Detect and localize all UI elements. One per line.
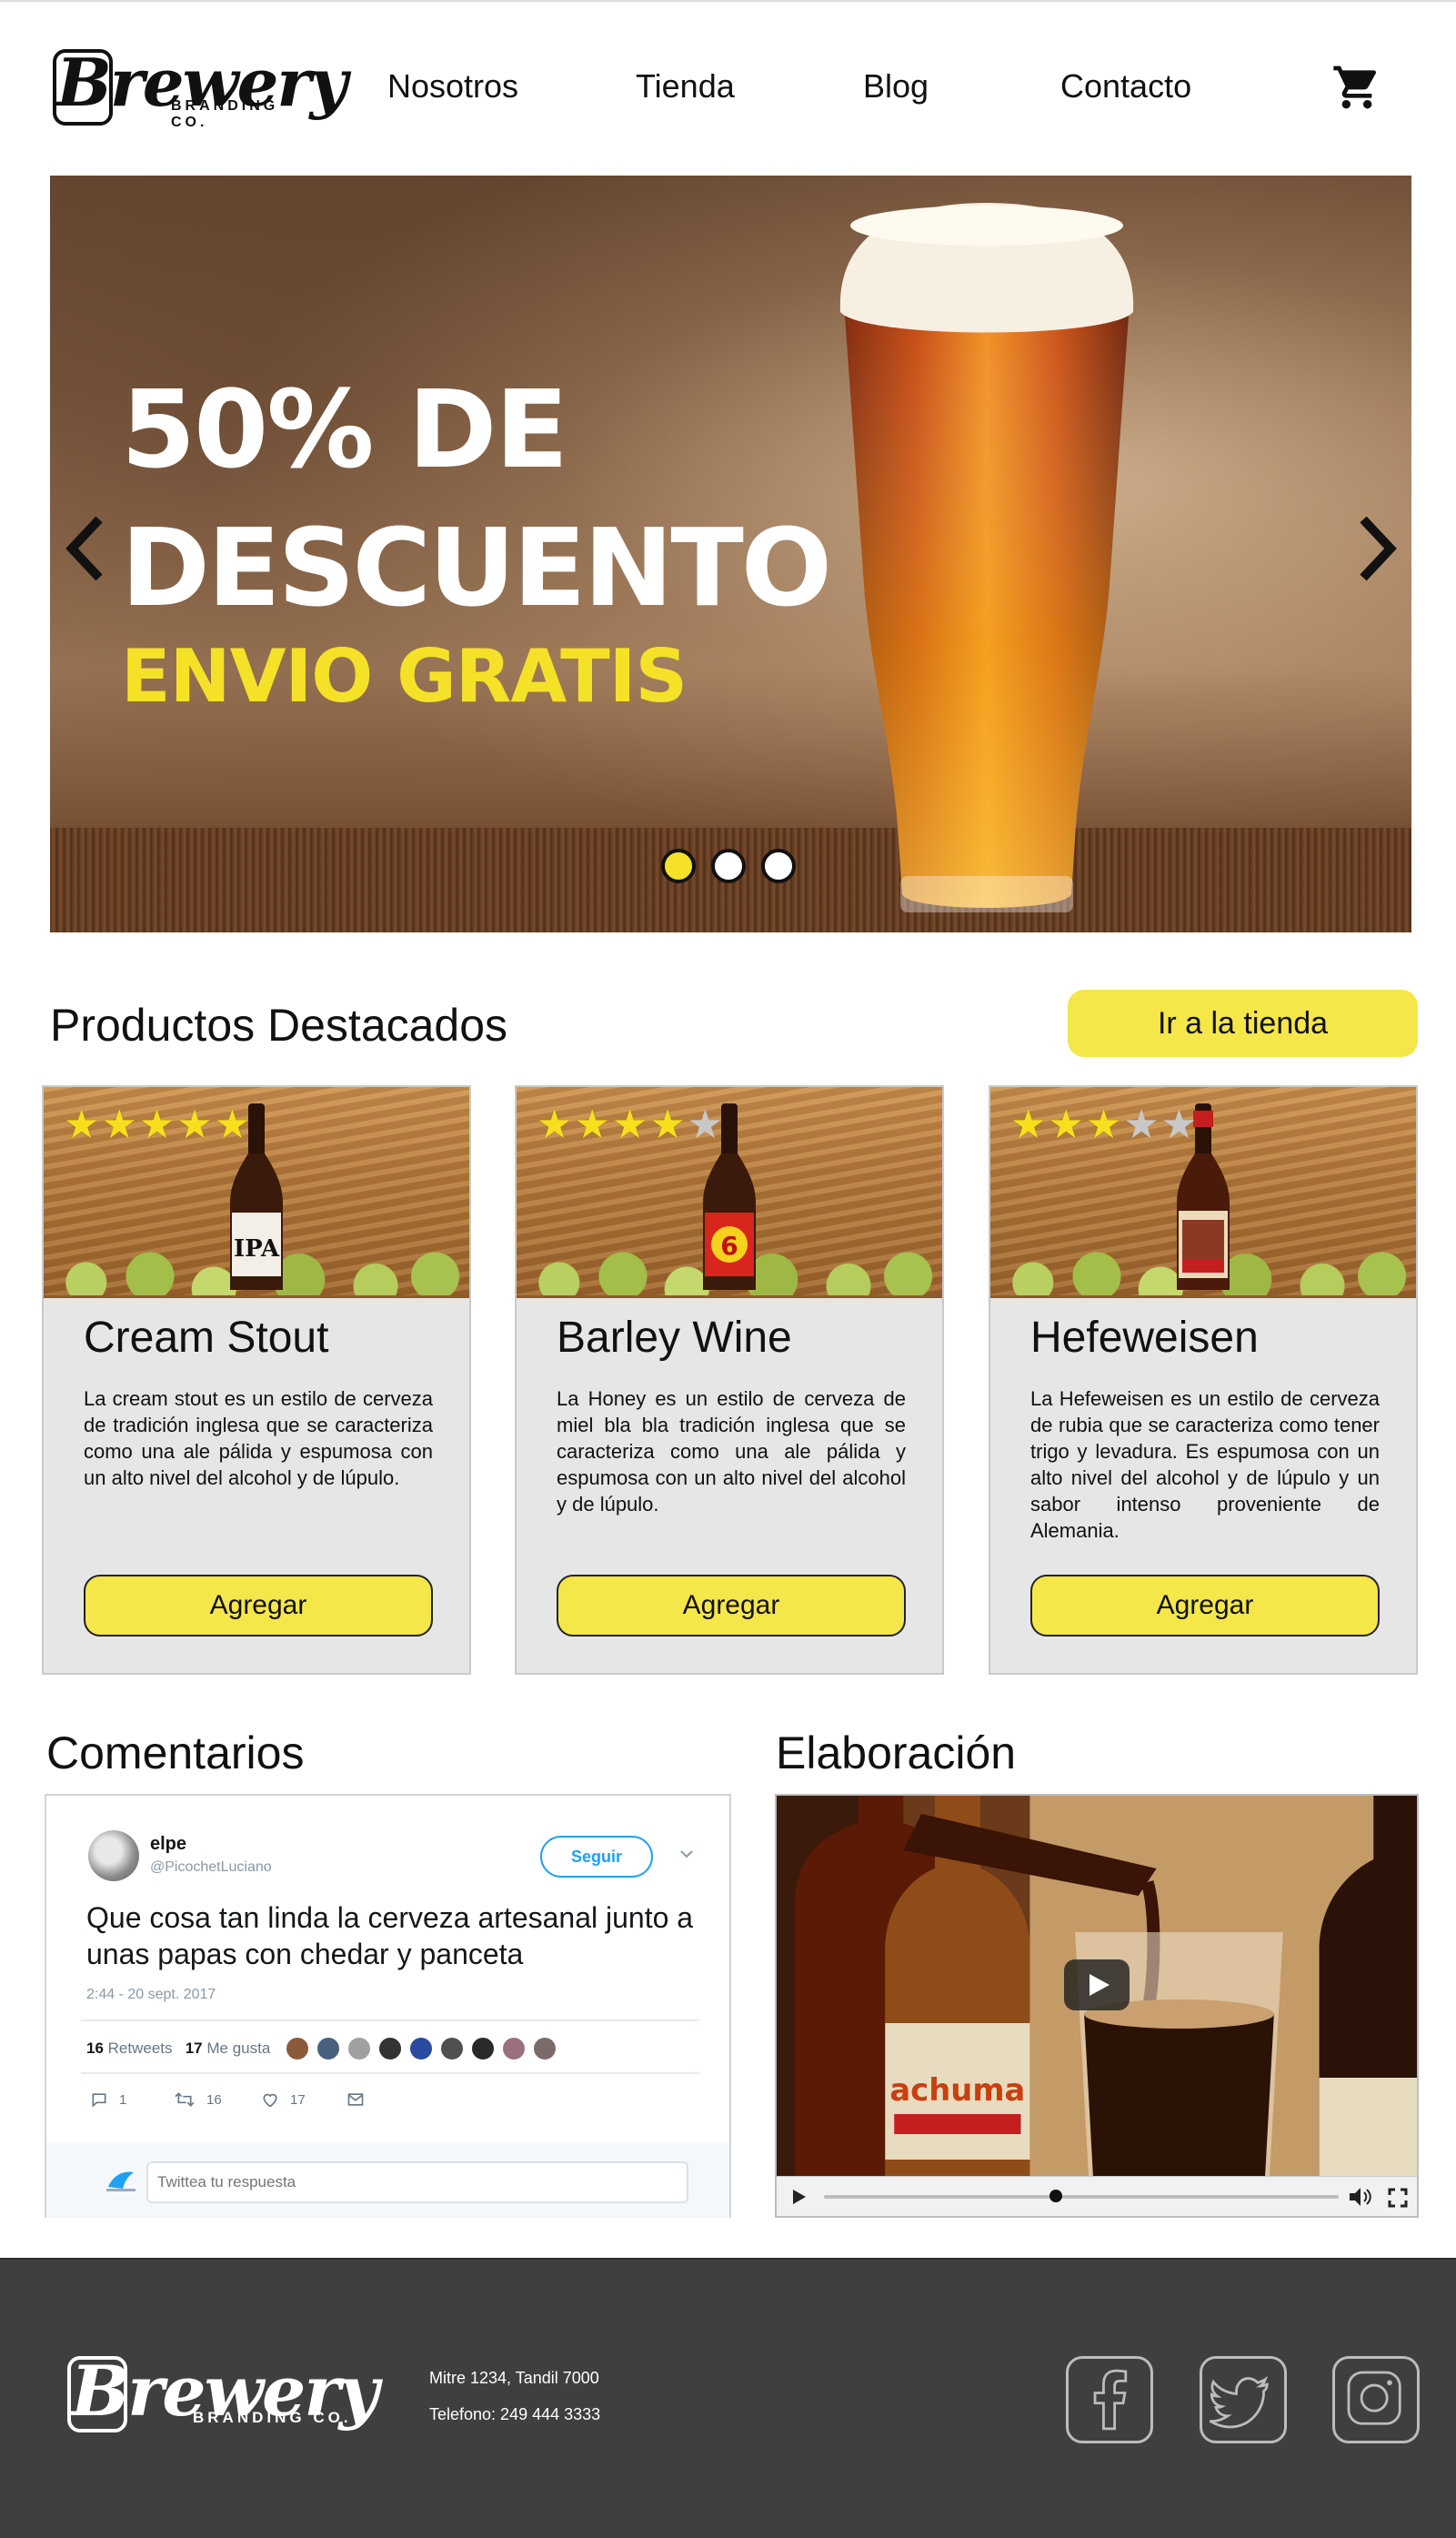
comments-title: Comentarios (46, 1727, 305, 1778)
avatar[interactable] (501, 2036, 527, 2061)
video-play-overlay-button[interactable] (1064, 1959, 1130, 2010)
carousel-dot-2[interactable] (711, 849, 746, 883)
footer-address: Mitre 1234, Tandil 7000 (429, 2369, 599, 2387)
video-seek-bar[interactable] (824, 2195, 1339, 2199)
nav-blog[interactable]: Blog (863, 67, 929, 106)
hero-carousel: 50% DE DESCUENTO ENVIO GRATIS (50, 176, 1411, 932)
bottle-label: 6 (720, 1231, 738, 1261)
facebook-icon[interactable] (1066, 2356, 1153, 2443)
product-card: IPA ★★★★★ Cream Stout La cream stout es … (42, 1085, 471, 1675)
retweet-icon (175, 2092, 195, 2107)
retweets-label: Retweets (107, 2039, 173, 2057)
product-image: 6 ★★★★★ (517, 1087, 942, 1298)
like-count: 17 (290, 2091, 306, 2108)
product-description: La Honey es un estilo de cerveza de miel… (557, 1387, 906, 1516)
carousel-next-arrow-icon[interactable] (1349, 512, 1403, 585)
rating-stars: ★★★★★ (1010, 1103, 1200, 1147)
bottle-brand-label: achuma (889, 2072, 1025, 2108)
reply-bar (46, 2143, 729, 2218)
avatar[interactable] (408, 2036, 434, 2061)
tweet-date[interactable]: 2:44 - 20 sept. 2017 (86, 1987, 216, 2003)
tweet-stats: 16 Retweets 17 Me gusta (86, 2039, 270, 2058)
tweet-text: Que cosa tan linda la cerveza artesanal … (86, 1901, 694, 1970)
video-controls (777, 2176, 1417, 2216)
product-name: Hefeweisen (1030, 1314, 1259, 1362)
product-card: ★★★★★ Hefeweisen La Hefeweisen es un est… (989, 1085, 1418, 1675)
likes-count[interactable]: 17 (186, 2039, 203, 2057)
avatar[interactable] (377, 2036, 403, 2061)
retweet-action[interactable]: 16 (174, 2090, 222, 2109)
site-header: Brewery BRANDING CO. Nosotros Tienda Blo… (0, 0, 1456, 173)
hero-headline-2: DESCUENTO (121, 505, 832, 630)
add-to-cart-button[interactable]: Agregar (557, 1575, 906, 1637)
retweets-count[interactable]: 16 (86, 2039, 104, 2057)
carousel-dot-3[interactable] (761, 849, 796, 883)
site-footer: Brewery BRANDING CO. Mitre 1234, Tandil … (0, 2258, 1456, 2538)
product-image: IPA ★★★★★ (44, 1087, 469, 1298)
tweet-author-name[interactable]: elpe (150, 1834, 186, 1855)
footer-logo[interactable]: Brewery BRANDING CO. (67, 2351, 379, 2451)
nav-contacto[interactable]: Contacto (1060, 67, 1191, 106)
nav-nosotros[interactable]: Nosotros (387, 67, 518, 106)
product-card: 6 ★★★★★ Barley Wine La Honey es un estil… (515, 1085, 944, 1675)
envelope-icon (347, 2093, 364, 2106)
carousel-dot-1[interactable] (661, 849, 696, 883)
footer-phone: Telefono: 249 444 3333 (429, 2405, 601, 2423)
rating-stars: ★★★★★ (64, 1103, 253, 1147)
rating-stars: ★★★★★ (537, 1103, 726, 1147)
embedded-tweet: elpe @PicochetLuciano Seguir Que cosa ta… (45, 1794, 731, 2218)
product-description: La cream stout es un estilo de cerveza d… (84, 1387, 433, 1489)
video-seek-handle[interactable] (1049, 2190, 1062, 2202)
message-action[interactable] (346, 2090, 376, 2109)
avatar[interactable] (439, 2036, 465, 2061)
chevron-down-icon[interactable] (676, 1843, 698, 1865)
hero-headline-1: 50% DE (121, 367, 568, 492)
play-icon[interactable] (789, 2188, 808, 2206)
volume-icon[interactable] (1348, 2186, 1371, 2208)
heart-icon (263, 2093, 277, 2108)
product-image: ★★★★★ (990, 1087, 1416, 1298)
like-action[interactable]: 17 (261, 2090, 306, 2109)
product-name: Barley Wine (557, 1314, 792, 1362)
brand-logo[interactable]: Brewery BRANDING CO. (53, 44, 347, 135)
instagram-icon[interactable] (1332, 2356, 1420, 2443)
fullscreen-icon[interactable] (1388, 2188, 1408, 2208)
nav-tienda[interactable]: Tienda (636, 67, 735, 106)
hero-subheadline: ENVIO GRATIS (121, 634, 688, 719)
video-player[interactable]: achuma (775, 1794, 1419, 2218)
reply-count: 1 (119, 2091, 127, 2108)
avatar[interactable] (346, 2036, 372, 2061)
reply-icon (92, 2093, 106, 2108)
product-description: La Hefeweisen es un estilo de cerveza de… (1030, 1387, 1380, 1542)
avatar[interactable] (285, 2036, 310, 2061)
logo-subtitle: BRANDING CO. (193, 2409, 352, 2426)
avatar[interactable] (532, 2036, 557, 2061)
play-icon (1089, 1974, 1110, 1996)
retweet-count: 16 (206, 2091, 222, 2108)
avatar[interactable] (470, 2036, 496, 2061)
avatar[interactable] (316, 2036, 341, 2061)
bottle-label: IPA (234, 1235, 280, 1263)
shopping-cart-icon[interactable] (1330, 62, 1384, 113)
add-to-cart-button[interactable]: Agregar (1030, 1575, 1380, 1637)
follow-button[interactable]: Seguir (540, 1836, 653, 1878)
logo-subtitle: BRANDING CO. (171, 98, 279, 130)
go-to-shop-button[interactable]: Ir a la tienda (1068, 990, 1418, 1057)
beer-glass-image (839, 203, 1134, 912)
reply-input[interactable] (146, 2161, 688, 2203)
likes-label: Me gusta (206, 2039, 271, 2057)
user-avatar-icon (106, 2171, 136, 2191)
carousel-prev-arrow-icon[interactable] (59, 512, 114, 585)
tweet-author-handle[interactable]: @PicochetLuciano (150, 1859, 272, 1876)
reply-action[interactable]: 1 (90, 2090, 126, 2109)
avatar[interactable] (88, 1830, 139, 1881)
featured-title: Productos Destacados (50, 1000, 508, 1051)
add-to-cart-button[interactable]: Agregar (84, 1575, 433, 1637)
twitter-icon[interactable] (1200, 2356, 1287, 2443)
product-name: Cream Stout (84, 1314, 329, 1362)
video-title: Elaboración (776, 1727, 1017, 1778)
